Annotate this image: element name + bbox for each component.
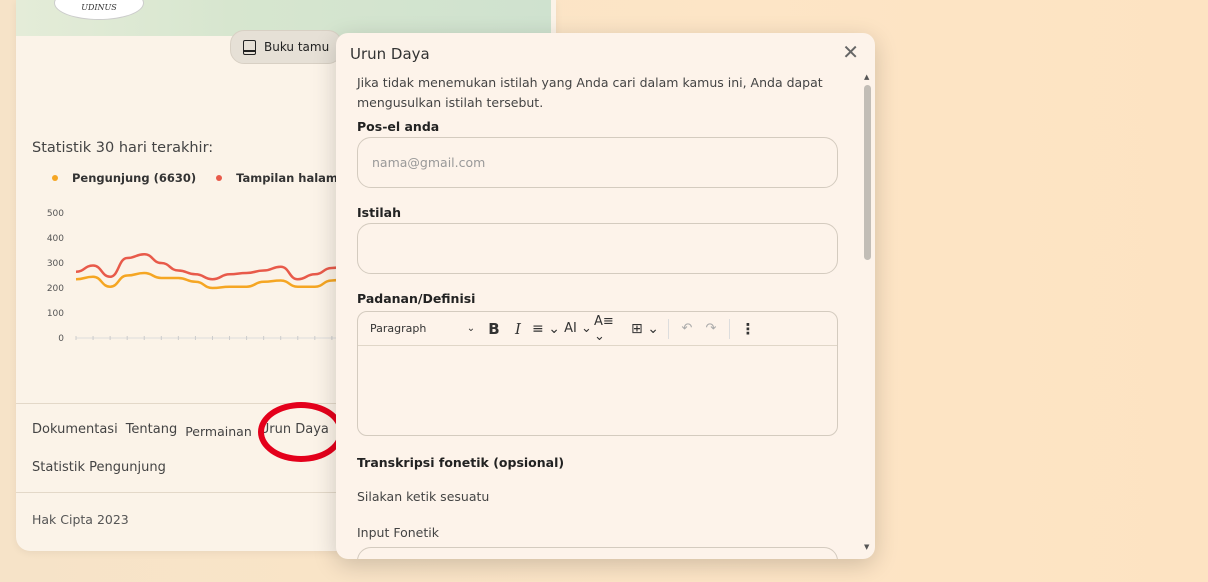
y-tick-label: 200 bbox=[47, 284, 64, 294]
text-case-button[interactable]: AI ⌄ bbox=[562, 318, 594, 340]
definition-label: Padanan/Definisi bbox=[357, 291, 476, 306]
editor-content-area[interactable] bbox=[358, 346, 837, 435]
redo-button[interactable]: ↷ bbox=[699, 318, 723, 340]
italic-button[interactable]: I bbox=[506, 318, 530, 340]
phonetic-input-field[interactable] bbox=[357, 547, 838, 559]
editor-toolbar: Paragraph ⌄ B I ≡ ⌄ AI ⌄ A≡ ⌄ ⊞ ⌄ ↶ ↷ ⋮ bbox=[358, 312, 837, 346]
copyright-text: Hak Cipta 2023 bbox=[32, 512, 129, 527]
bold-button[interactable]: B bbox=[482, 318, 506, 340]
book-icon bbox=[243, 39, 256, 55]
series-line-visitors bbox=[75, 271, 366, 290]
align-button[interactable]: ≡ ⌄ bbox=[530, 318, 562, 340]
modal-body: Jika tidak menemukan istilah yang Anda c… bbox=[357, 73, 843, 113]
legend-dot-visitors bbox=[52, 175, 58, 181]
paragraph-style-select[interactable]: Paragraph bbox=[370, 318, 460, 340]
guestbook-button[interactable]: Buku tamu bbox=[230, 30, 342, 64]
chevron-down-icon[interactable]: ⌄ bbox=[460, 318, 482, 340]
stats-line-chart: 500 400 300 200 100 0 bbox=[47, 209, 366, 344]
toolbar-separator-2 bbox=[729, 318, 730, 339]
modal-scrollbar[interactable]: ▲ ▼ bbox=[861, 73, 875, 553]
y-tick-label: 400 bbox=[47, 234, 64, 244]
email-label: Pos-el anda bbox=[357, 119, 440, 134]
phonetic-input-label: Input Fonetik bbox=[357, 525, 439, 540]
toolbar-separator bbox=[668, 318, 669, 339]
y-tick-label: 500 bbox=[47, 209, 64, 219]
term-field[interactable] bbox=[357, 223, 838, 274]
link-permainan[interactable]: Permainan bbox=[185, 424, 252, 439]
legend-dot-pageviews bbox=[216, 175, 223, 181]
more-options-icon[interactable]: ⋮ bbox=[736, 318, 760, 340]
y-tick-label: 100 bbox=[47, 309, 64, 319]
series-line-pageviews bbox=[75, 252, 366, 281]
university-logo: UDINUS bbox=[54, 0, 144, 20]
link-visitor-stats[interactable]: Statistik Pengunjung bbox=[32, 460, 166, 475]
scroll-thumb[interactable] bbox=[864, 85, 871, 260]
intro-text: Jika tidak menemukan istilah yang Anda c… bbox=[357, 75, 823, 110]
link-dokumentasi[interactable]: Dokumentasi bbox=[32, 422, 118, 439]
y-tick-label: 300 bbox=[47, 259, 64, 269]
phonetic-hint: Silakan ketik sesuatu bbox=[357, 489, 490, 504]
scroll-down-icon[interactable]: ▼ bbox=[864, 543, 869, 551]
close-icon[interactable]: ✕ bbox=[842, 42, 859, 62]
undo-button[interactable]: ↶ bbox=[675, 318, 699, 340]
legend-visitors[interactable]: Pengunjung (6630) bbox=[52, 171, 196, 185]
chart-legend: Pengunjung (6630) Tampilan halaman ( bbox=[52, 171, 363, 185]
modal-title: Urun Daya bbox=[350, 45, 430, 63]
text-format-button[interactable]: A≡ ⌄ bbox=[594, 314, 628, 344]
term-label: Istilah bbox=[357, 205, 401, 220]
guestbook-label: Buku tamu bbox=[264, 40, 330, 54]
highlight-circle bbox=[258, 402, 344, 462]
scroll-up-icon[interactable]: ▲ bbox=[864, 73, 869, 81]
link-tentang[interactable]: Tentang bbox=[126, 422, 178, 439]
phonetic-label: Transkripsi fonetik (opsional) bbox=[357, 455, 565, 470]
legend-label-visitors: Pengunjung (6630) bbox=[72, 171, 197, 185]
y-tick-label: 0 bbox=[58, 334, 64, 344]
urun-daya-modal: Urun Daya ✕ Jika tidak menemukan istilah… bbox=[336, 33, 875, 559]
email-field[interactable] bbox=[357, 137, 838, 188]
insert-table-button[interactable]: ⊞ ⌄ bbox=[628, 318, 662, 340]
stats-title: Statistik 30 hari terakhir: bbox=[32, 140, 214, 156]
definition-editor: Paragraph ⌄ B I ≡ ⌄ AI ⌄ A≡ ⌄ ⊞ ⌄ ↶ ↷ ⋮ bbox=[357, 311, 838, 436]
